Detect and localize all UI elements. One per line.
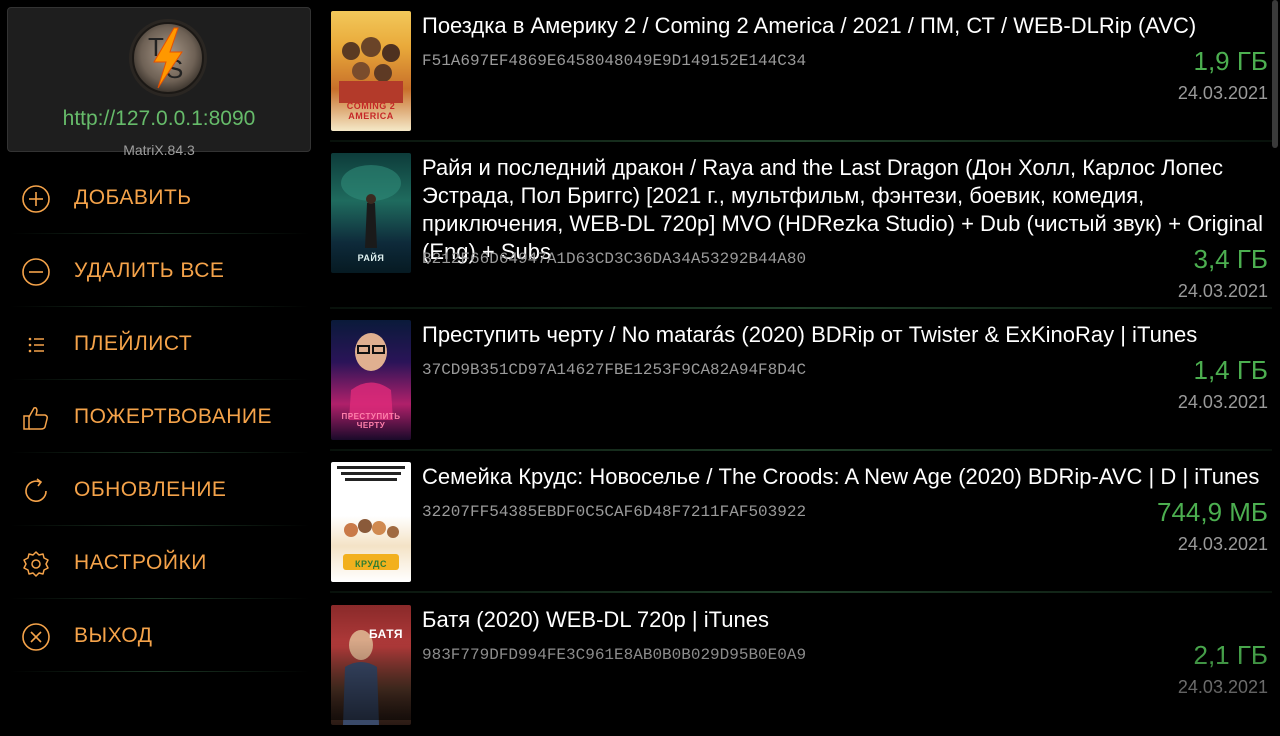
poster-image: РАЙЯ xyxy=(331,153,411,273)
torrent-title: Семейка Крудс: Новоселье / The Croods: A… xyxy=(422,464,1260,489)
poster-image: ПРЕСТУПИТЬ ЧЕРТУ xyxy=(331,320,411,440)
torrent-size: 1,4 ГБ xyxy=(1193,355,1268,385)
menu-remove-all-button[interactable]: УДАЛИТЬ ВСЕ xyxy=(0,234,320,307)
torrent-item[interactable]: КРУДС Семейка Крудс: Новоселье / The Cro… xyxy=(320,451,1272,593)
torrent-size: 1,9 ГБ xyxy=(1193,46,1268,76)
torrent-hash: F51A697EF4869E6458048049E9D149152E144C34 xyxy=(422,52,807,70)
menu-playlist-button[interactable]: ПЛЕЙЛИСТ xyxy=(0,307,320,380)
menu-donate-label: ПОЖЕРТВОВАНИЕ xyxy=(74,405,272,428)
torrserver-logo: T S xyxy=(129,19,207,97)
poster-caption: БАТЯ xyxy=(368,627,404,641)
poster-image: COMING 2 AMERICA xyxy=(331,11,411,131)
menu-remove-all-label: УДАЛИТЬ ВСЕ xyxy=(74,259,225,282)
torrent-item[interactable]: РАЙЯ Райя и последний дракон / Raya and … xyxy=(320,142,1272,309)
item-divider xyxy=(330,591,1272,593)
menu-settings-button[interactable]: НАСТРОЙКИ xyxy=(0,526,320,599)
torrent-size: 2,1 ГБ xyxy=(1193,640,1268,670)
menu-settings-label: НАСТРОЙКИ xyxy=(74,551,207,574)
poster-caption: COMING 2 AMERICA xyxy=(346,101,396,121)
torrent-size: 744,9 МБ xyxy=(1156,497,1268,527)
torrent-date: 24.03.2021 xyxy=(1177,83,1268,103)
torrent-hash: B212F66D64947A1D63CD3C36DA34A53292B44A80 xyxy=(422,250,807,268)
server-version: MatriX.84.3 xyxy=(123,142,195,158)
torrent-date: 24.03.2021 xyxy=(1177,677,1268,697)
torrent-hash: 37CD9B351CD97A14627FBE1253F9CA82A94F8D4C xyxy=(422,361,807,379)
refresh-icon xyxy=(25,478,47,502)
torrent-item[interactable]: ПРЕСТУПИТЬ ЧЕРТУ Преступить черту / No m… xyxy=(320,309,1272,451)
list-icon xyxy=(28,337,44,353)
torrent-date: 24.03.2021 xyxy=(1177,392,1268,412)
menu-update-button[interactable]: ОБНОВЛЕНИЕ xyxy=(0,453,320,526)
torrent-title: Поездка в Америку 2 / Coming 2 America /… xyxy=(422,13,1197,38)
poster-caption: ПРЕСТУПИТЬ ЧЕРТУ xyxy=(341,412,401,430)
menu-exit-label: ВЫХОД xyxy=(74,624,153,647)
plus-circle-icon xyxy=(22,185,50,213)
menu-playlist-label: ПЛЕЙЛИСТ xyxy=(74,332,193,355)
server-card[interactable]: T S http://127.0.0.1:8090 MatriX.84.3 xyxy=(7,7,311,158)
poster-caption: КРУДС xyxy=(355,559,387,569)
thumbs-up-icon xyxy=(23,407,48,430)
poster-image: БАТЯ xyxy=(331,605,411,725)
menu-exit-button[interactable]: ВЫХОД xyxy=(0,599,320,672)
torrent-hash: 32207FF54385EBDF0C5CAF6D48F7211FAF503922 xyxy=(422,503,807,521)
server-url: http://127.0.0.1:8090 xyxy=(62,107,256,130)
torrent-hash: 983F779DFD994FE3C961E8AB0B0B029D95B0E0A9 xyxy=(422,646,807,664)
poster-caption: РАЙЯ xyxy=(357,253,385,263)
minus-circle-icon xyxy=(22,258,50,286)
sidebar: T S http://127.0.0.1:8090 MatriX.84.3 ДО… xyxy=(0,0,320,720)
poster-image: КРУДС xyxy=(331,462,411,582)
menu-donate-button[interactable]: ПОЖЕРТВОВАНИЕ xyxy=(0,380,320,453)
menu-update-label: ОБНОВЛЕНИЕ xyxy=(74,478,227,501)
menu-divider xyxy=(10,671,310,672)
torrent-list[interactable]: COMING 2 AMERICA Поездка в Америку 2 / C… xyxy=(320,0,1280,725)
torrent-title: Преступить черту / No matarás (2020) BDR… xyxy=(422,322,1198,347)
torrent-title: Батя (2020) WEB-DL 720p | iTunes xyxy=(422,607,769,632)
torrent-item[interactable]: COMING 2 AMERICA Поездка в Америку 2 / C… xyxy=(320,0,1272,142)
gear-icon xyxy=(23,551,49,577)
torrent-date: 24.03.2021 xyxy=(1177,281,1268,301)
menu-add-label: ДОБАВИТЬ xyxy=(74,186,192,209)
scrollbar[interactable] xyxy=(1272,0,1278,148)
close-circle-icon xyxy=(22,623,50,651)
menu-add-button[interactable]: ДОБАВИТЬ xyxy=(0,161,320,234)
torrent-item[interactable]: БАТЯ Батя (2020) WEB-DL 720p | iTunes 98… xyxy=(320,594,1272,736)
torrent-size: 3,4 ГБ xyxy=(1193,244,1268,274)
torrent-date: 24.03.2021 xyxy=(1177,534,1268,554)
